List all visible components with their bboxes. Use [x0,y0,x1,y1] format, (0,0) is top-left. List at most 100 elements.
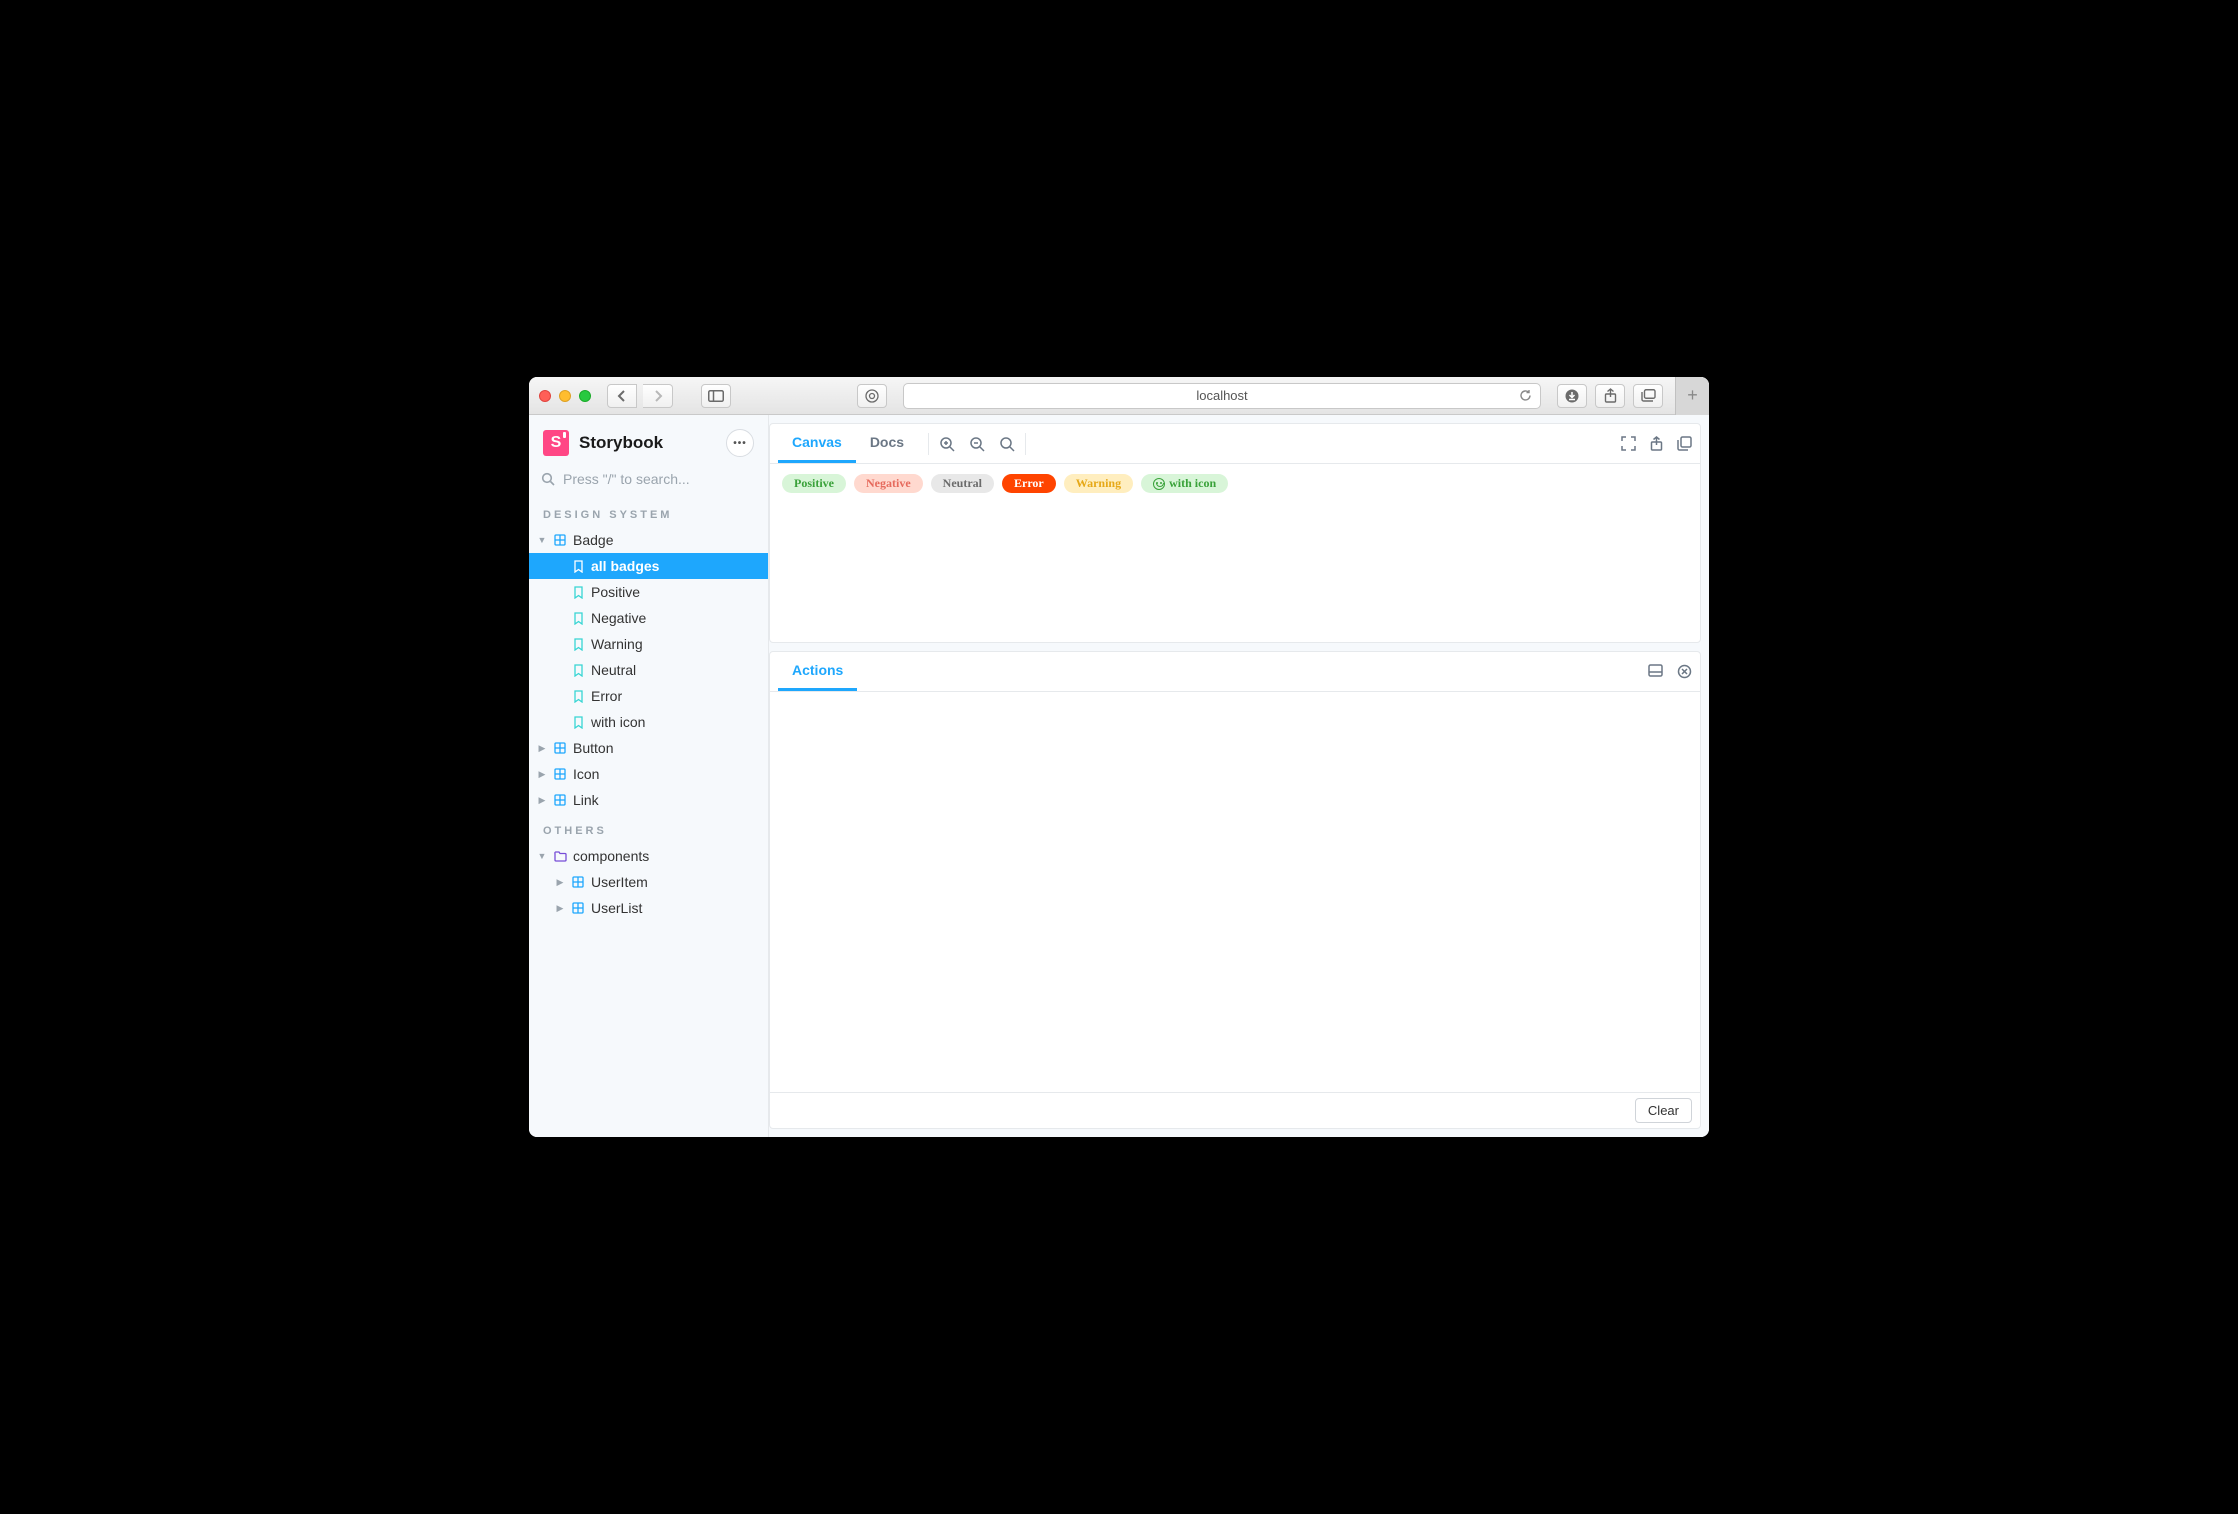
open-isolated-button[interactable] [1650,436,1663,451]
tree-item-label: UserItem [591,874,648,890]
badge-label: Positive [794,476,834,491]
tree-item-label: components [573,848,649,864]
badge-negative: Negative [854,474,923,493]
clear-button[interactable]: Clear [1635,1098,1692,1123]
tab-canvas[interactable]: Canvas [778,424,856,463]
privacy-report-button[interactable] [857,384,887,408]
component-icon [553,793,567,807]
ellipsis-icon: ••• [733,438,747,449]
smile-icon [1153,478,1165,490]
story-icon [571,663,585,677]
addons-panel: Actions Clear [769,651,1701,1129]
plus-icon: + [1687,385,1698,406]
story-icon [571,585,585,599]
brand: S Storybook ••• [529,415,768,467]
component-icon [571,875,585,889]
downloads-button[interactable] [1557,384,1587,408]
tree-folder-components[interactable]: ▼ components [529,843,768,869]
close-window-button[interactable] [539,390,551,402]
address-bar[interactable]: localhost [903,383,1541,409]
component-icon [553,767,567,781]
tree-item-label: all badges [591,558,659,574]
tree-story-all-badges[interactable]: all badges [529,553,768,579]
badge-neutral: Neutral [931,474,994,493]
chevron-left-icon [617,390,627,402]
badge-positive: Positive [782,474,846,493]
sidebar: S Storybook ••• Design System ▼ Badge [529,415,769,1137]
tree-item-label: with icon [591,714,645,730]
tree-item-userlist[interactable]: ▶ UserList [529,895,768,921]
tree-story-neutral[interactable]: Neutral [529,657,768,683]
caret-right-icon: ▶ [537,769,547,780]
tree-item-useritem[interactable]: ▶ UserItem [529,869,768,895]
minimize-window-button[interactable] [559,390,571,402]
addons-orientation-button[interactable] [1648,664,1663,679]
search-field[interactable] [541,471,756,487]
tree-story-warning[interactable]: Warning [529,631,768,657]
tab-actions[interactable]: Actions [778,652,857,691]
close-circle-icon [1677,664,1692,679]
sidebar-toggle-button[interactable] [701,384,731,408]
zoom-reset-button[interactable] [999,436,1015,452]
new-tab-button[interactable]: + [1675,377,1709,415]
zoom-out-button[interactable] [969,436,985,452]
tree-item-label: Button [573,740,613,756]
tree-item-label: Positive [591,584,640,600]
addons-body [770,692,1700,1092]
tree-item-link[interactable]: ▶ Link [529,787,768,813]
badge-with-icon: with icon [1141,474,1228,493]
caret-down-icon: ▼ [537,535,547,545]
window-controls [539,390,591,402]
nav-buttons [607,384,673,408]
storybook-logo-icon: S [543,430,569,456]
badge-warning: Warning [1064,474,1133,493]
zoom-in-button[interactable] [939,436,955,452]
tab-docs[interactable]: Docs [856,424,918,463]
share-icon [1650,436,1663,451]
reload-button[interactable] [1519,389,1532,402]
separator [1025,433,1026,455]
preview-toolbar: Canvas Docs [770,424,1700,464]
brand-name: Storybook [579,433,663,453]
search-input[interactable] [563,471,756,487]
tabs-button[interactable] [1633,384,1663,408]
fullscreen-icon [1621,436,1636,451]
browser-titlebar: localhost + [529,377,1709,415]
zoom-out-icon [969,436,985,452]
caret-right-icon: ▶ [537,743,547,754]
story-icon [571,559,585,573]
sidebar-menu-button[interactable]: ••• [726,429,754,457]
folder-icon [553,849,567,863]
story-icon [571,689,585,703]
tree-story-error[interactable]: Error [529,683,768,709]
tree-item-label: Icon [573,766,599,782]
tree-item-icon[interactable]: ▶ Icon [529,761,768,787]
tree-story-with-icon[interactable]: with icon [529,709,768,735]
copy-link-button[interactable] [1677,436,1692,451]
back-button[interactable] [607,384,637,408]
forward-button[interactable] [643,384,673,408]
component-icon [571,901,585,915]
tree-item-label: UserList [591,900,642,916]
story-icon [571,715,585,729]
tree-others: ▼ components ▶ UserItem ▶ UserList [529,843,768,921]
zoom-window-button[interactable] [579,390,591,402]
tree-story-positive[interactable]: Positive [529,579,768,605]
caret-right-icon: ▶ [555,903,565,914]
badge-label: Neutral [943,476,982,491]
caret-right-icon: ▶ [555,877,565,888]
url-text: localhost [1196,388,1247,403]
tree-item-button[interactable]: ▶ Button [529,735,768,761]
tree-item-badge[interactable]: ▼ Badge [529,527,768,553]
tree-story-negative[interactable]: Negative [529,605,768,631]
share-icon [1604,388,1617,403]
addons-header: Actions [770,652,1700,692]
fullscreen-button[interactable] [1621,436,1636,451]
caret-down-icon: ▼ [537,851,547,861]
share-button[interactable] [1595,384,1625,408]
addons-close-button[interactable] [1677,664,1692,679]
badge-label: Negative [866,476,911,491]
section-label-design-system: Design System [529,497,768,527]
tree-item-label: Negative [591,610,646,626]
preview-panel: Canvas Docs [769,423,1701,643]
